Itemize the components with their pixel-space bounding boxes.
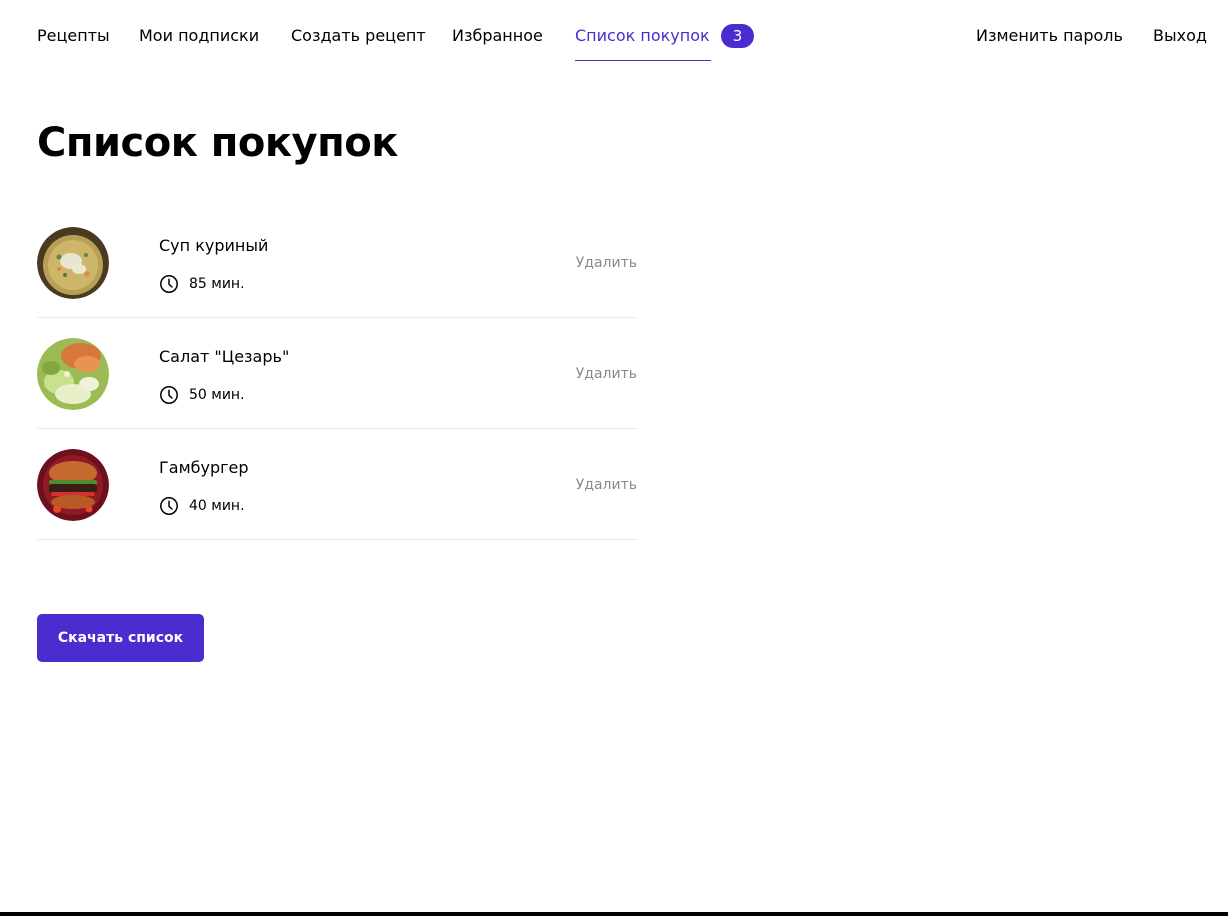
shopping-count-badge: 3 (721, 24, 754, 48)
active-tab-underline (575, 60, 711, 61)
shopping-list-page: Рецепты Мои подписки Создать рецепт Избр… (0, 0, 1228, 916)
cooking-time: 40 мин. (159, 496, 245, 516)
cooking-time: 50 мин. (159, 385, 245, 405)
nav-shopping-list[interactable]: Список покупок (575, 25, 710, 47)
delete-button[interactable]: Удалить (576, 365, 637, 383)
recipe-title[interactable]: Салат "Цезарь" (159, 346, 289, 368)
nav-logout[interactable]: Выход (1153, 25, 1207, 47)
page-title: Список покупок (37, 120, 398, 166)
cooking-time-text: 40 мин. (189, 498, 245, 514)
nav-favorites[interactable]: Избранное (452, 25, 543, 47)
clock-icon (160, 275, 178, 293)
main-nav: Рецепты Мои подписки Создать рецепт Избр… (0, 0, 1228, 72)
recipe-title[interactable]: Суп куриный (159, 235, 268, 257)
nav-change-password[interactable]: Изменить пароль (976, 25, 1123, 47)
nav-subscriptions[interactable]: Мои подписки (139, 25, 259, 47)
list-item: Салат "Цезарь" 50 мин. Удалить (37, 318, 637, 429)
hamburger-image[interactable] (37, 449, 109, 521)
cooking-time-text: 85 мин. (189, 276, 245, 292)
nav-recipes[interactable]: Рецепты (37, 25, 110, 47)
download-list-button[interactable]: Скачать список (37, 614, 204, 662)
caesar-salad-image[interactable] (37, 338, 109, 410)
chicken-soup-image[interactable] (37, 227, 109, 299)
delete-button[interactable]: Удалить (576, 254, 637, 272)
cooking-time: 85 мин. (159, 274, 245, 294)
list-item: Гамбургер 40 мин. Удалить (37, 429, 637, 540)
shopping-list: Суп куриный 85 мин. Удалить Салат "Цезар… (37, 207, 637, 540)
list-item: Суп куриный 85 мин. Удалить (37, 207, 637, 318)
clock-icon (160, 386, 178, 404)
recipe-title[interactable]: Гамбургер (159, 457, 249, 479)
nav-create-recipe[interactable]: Создать рецепт (291, 25, 426, 47)
footer-bar (0, 912, 1228, 916)
cooking-time-text: 50 мин. (189, 387, 245, 403)
clock-icon (160, 497, 178, 515)
delete-button[interactable]: Удалить (576, 476, 637, 494)
